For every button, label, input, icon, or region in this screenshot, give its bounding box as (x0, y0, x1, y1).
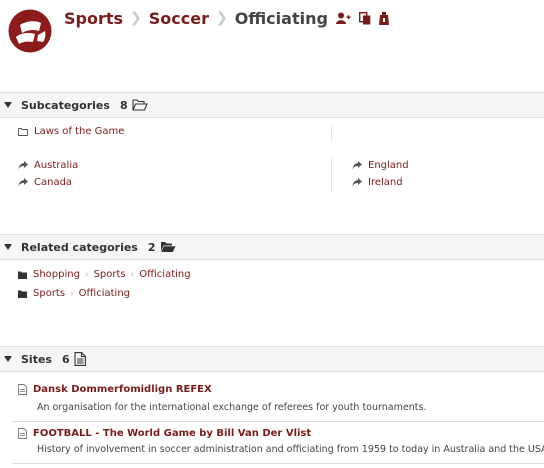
column-divider (331, 158, 332, 192)
breadcrumb-link-soccer[interactable]: Soccer (149, 9, 209, 28)
share-arrow-icon (18, 161, 28, 170)
breadcrumb-separator-icon: ❯ (216, 10, 228, 26)
folder-open-filled-icon (160, 242, 175, 252)
related-link-officiating[interactable]: Officiating (139, 269, 190, 280)
subcategory-link-laws-of-the-game[interactable]: Laws of the Game (34, 126, 124, 137)
sites-header[interactable]: Sites 6 (0, 346, 544, 372)
site-divider (12, 463, 544, 464)
site-link-football-world-game[interactable]: FOOTBALL - The World Game by Bill Van De… (33, 428, 311, 439)
page-icon (18, 384, 27, 395)
folder-icon (18, 271, 27, 279)
subcategories-title: Subcategories (21, 98, 110, 112)
related-subcategory-item[interactable]: Australia (18, 160, 78, 171)
subcategory-link-canada[interactable]: Canada (34, 177, 72, 188)
path-separator-icon: › (130, 269, 135, 280)
breadcrumb-separator-icon: ❯ (130, 10, 142, 26)
related-category-row: Shopping › Sports › Officiating (18, 269, 191, 280)
related-link-shopping[interactable]: Shopping (33, 269, 80, 280)
breadcrumb: Sports ❯ Soccer ❯ Officiating (64, 6, 389, 30)
related-categories-header[interactable]: Related categories 2 (0, 234, 544, 260)
site-title[interactable]: Dansk Dommerfomidlign REFEX (18, 384, 212, 395)
share-arrow-icon (352, 178, 362, 187)
collapse-caret-icon[interactable] (4, 102, 12, 108)
related-categories-title: Related categories (21, 240, 138, 254)
collapse-caret-icon[interactable] (4, 244, 12, 250)
subcategory-link-england[interactable]: England (368, 160, 409, 171)
folder-icon (18, 290, 27, 298)
related-subcategory-item[interactable]: Ireland (352, 177, 403, 188)
path-separator-icon: › (70, 288, 74, 299)
subcategory-link-australia[interactable]: Australia (34, 160, 78, 171)
site-description: History of involvement in soccer adminis… (37, 444, 544, 455)
header-actions (335, 11, 389, 25)
document-icon (74, 352, 86, 366)
related-link-sports[interactable]: Sports (94, 269, 126, 280)
subcategory-link-ireland[interactable]: Ireland (368, 177, 403, 188)
related-category-row: Sports › Officiating (18, 288, 130, 299)
site-divider (12, 421, 544, 422)
related-subcategory-item[interactable]: England (352, 160, 409, 171)
column-divider (331, 124, 332, 142)
related-subcategory-item[interactable]: Canada (18, 177, 72, 188)
related-link-sports[interactable]: Sports (33, 288, 65, 299)
path-separator-icon: › (84, 269, 89, 280)
folder-open-icon (132, 99, 148, 111)
soccer-ball-logo-icon[interactable] (8, 9, 52, 53)
suggest-icon[interactable] (378, 11, 389, 25)
subcategory-item[interactable]: Laws of the Game (18, 126, 124, 137)
add-user-icon[interactable] (335, 12, 351, 24)
share-arrow-icon (352, 161, 362, 170)
related-link-officiating[interactable]: Officiating (79, 288, 130, 299)
breadcrumb-link-sports[interactable]: Sports (64, 9, 123, 28)
share-arrow-icon (18, 178, 28, 187)
site-link-refex[interactable]: Dansk Dommerfomidlign REFEX (33, 384, 212, 395)
subcategories-header[interactable]: Subcategories 8 (0, 92, 544, 118)
site-title[interactable]: FOOTBALL - The World Game by Bill Van De… (18, 428, 311, 439)
page-title: Officiating (234, 8, 328, 28)
copy-icon[interactable] (358, 11, 371, 25)
folder-outline-icon (18, 127, 28, 136)
sites-title: Sites (21, 352, 52, 366)
sites-count: 6 (61, 352, 70, 366)
page-icon (18, 428, 27, 439)
subcategories-count: 8 (119, 98, 128, 112)
related-categories-count: 2 (147, 240, 156, 254)
collapse-caret-icon[interactable] (4, 356, 12, 362)
site-description: An organisation for the international ex… (37, 402, 427, 413)
